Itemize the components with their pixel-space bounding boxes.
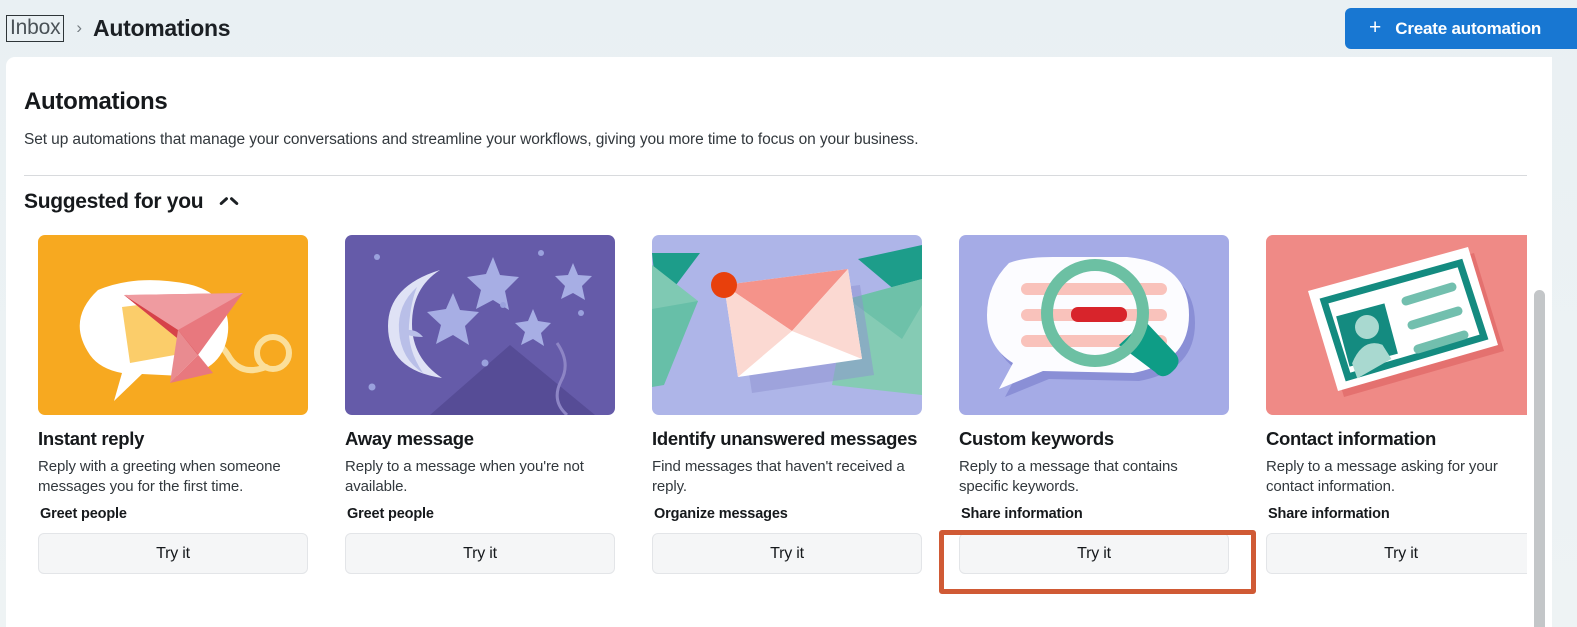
card-description: Reply to a message that contains specifi… [959, 457, 1178, 496]
card-title: Away message [345, 428, 474, 449]
breadcrumb-current-automations: Automations [93, 14, 231, 41]
card-title: Custom keywords [959, 428, 1114, 449]
paper-plane-chat-illustration [38, 235, 308, 415]
create-automation-label: Create automation [1395, 18, 1542, 38]
plus-icon: + [1369, 16, 1382, 39]
chevron-up-icon[interactable] [219, 197, 237, 209]
page-subtitle: Set up automations that manage your conv… [24, 131, 919, 148]
card-description: Reply to a message when you're not avail… [345, 457, 584, 496]
magnifier-speech-bubble-illustration [959, 235, 1229, 415]
card-title: Identify unanswered messages [652, 428, 918, 449]
automation-card[interactable]: Instant reply Reply with a greeting when… [38, 235, 308, 575]
card-tag: Greet people [347, 506, 434, 523]
try-it-button[interactable]: Try it [345, 533, 615, 575]
automation-card[interactable]: Custom keywords Reply to a message that … [959, 235, 1229, 575]
card-tag: Share information [961, 506, 1083, 523]
suggested-section-header[interactable]: Suggested for you [24, 190, 237, 214]
try-it-button[interactable]: Try it [652, 533, 922, 575]
card-description: Reply with a greeting when someone messa… [38, 457, 281, 496]
scrollbar-thumb[interactable] [1534, 290, 1545, 627]
card-tag: Organize messages [654, 506, 788, 523]
vertical-scrollbar[interactable] [1527, 114, 1552, 627]
automation-card[interactable]: Contact information Reply to a message a… [1266, 235, 1536, 575]
card-description: Reply to a message asking for your conta… [1266, 457, 1498, 496]
breadcrumb-separator-icon: › [76, 18, 83, 38]
suggested-section-title: Suggested for you [24, 190, 204, 213]
suggested-cards-list: Instant reply Reply with a greeting when… [38, 235, 1536, 575]
envelopes-unread-illustration [652, 235, 922, 415]
try-it-button[interactable]: Try it [1266, 533, 1536, 575]
automation-card[interactable]: Identify unanswered messages Find messag… [652, 235, 922, 575]
automations-page: Inbox › Automations + Create automation … [0, 0, 1577, 627]
night-moon-stars-illustration [345, 235, 615, 415]
card-title: Instant reply [38, 428, 145, 449]
breadcrumb: Inbox › Automations [6, 14, 231, 43]
content-panel: Automations Set up automations that mana… [6, 57, 1552, 627]
page-title: Automations [24, 88, 168, 115]
try-it-button[interactable]: Try it [959, 533, 1229, 575]
card-description: Find messages that haven't received a re… [652, 457, 905, 496]
top-bar: Inbox › Automations + Create automation [0, 0, 1577, 57]
section-divider [24, 175, 1552, 176]
try-it-button[interactable]: Try it [38, 533, 308, 575]
card-title: Contact information [1266, 428, 1437, 449]
create-automation-button[interactable]: + Create automation [1345, 8, 1577, 49]
breadcrumb-item-inbox[interactable]: Inbox [6, 14, 65, 43]
card-tag: Share information [1268, 506, 1390, 523]
id-card-contact-illustration [1266, 235, 1536, 415]
automation-card[interactable]: Away message Reply to a message when you… [345, 235, 615, 575]
card-tag: Greet people [40, 506, 127, 523]
